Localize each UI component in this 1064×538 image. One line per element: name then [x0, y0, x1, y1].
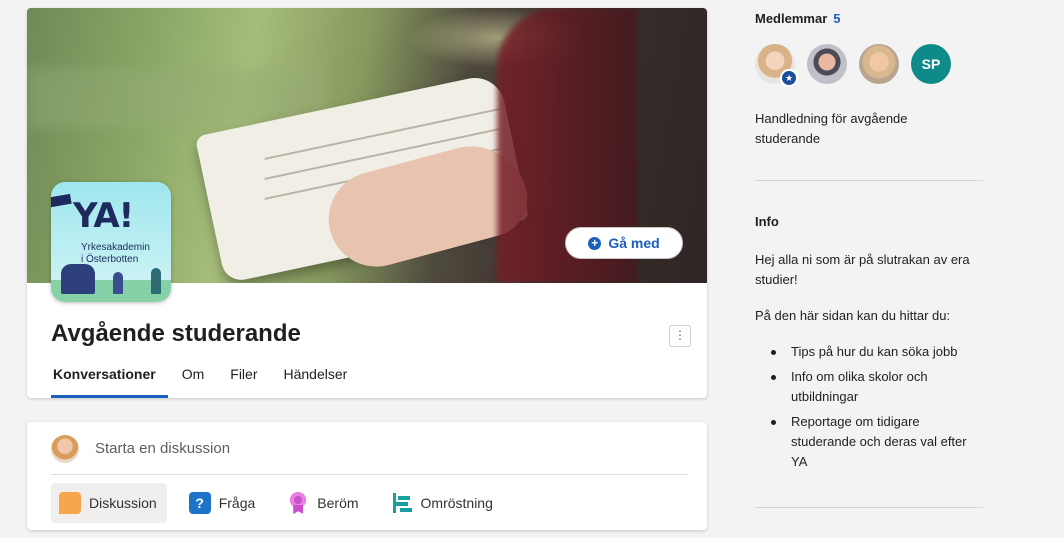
post-type-bar: Diskussion ? Fråga Beröm Omröstning: [51, 483, 503, 523]
post-type-praise[interactable]: Beröm: [279, 483, 368, 523]
group-description: Handledning för avgående studerande: [755, 111, 908, 146]
group-tabs: Konversationer Om Filer Händelser: [51, 366, 371, 398]
avatar: [51, 435, 79, 463]
list-item: Info om olika skolor och utbildningar: [769, 367, 983, 407]
tab-files[interactable]: Filer: [228, 366, 269, 398]
info-paragraph: Hej alla ni som är på slutrakan av era s…: [755, 252, 970, 287]
divider: [755, 180, 983, 181]
members-heading[interactable]: Medlemmar 5: [755, 11, 840, 26]
info-heading: Info: [755, 214, 779, 229]
members-count: 5: [833, 11, 841, 26]
praise-icon: [287, 492, 309, 514]
poll-icon: [391, 492, 413, 514]
member-avatar[interactable]: [859, 44, 899, 84]
plus-circle-icon: +: [588, 236, 602, 250]
list-item: Reportage om tidigare studerande och der…: [769, 412, 983, 472]
logo-title: YA!: [73, 196, 134, 236]
divider: [51, 474, 688, 475]
member-avatar[interactable]: SP: [911, 44, 951, 84]
composer-card: Starta en diskussion Diskussion ? Fråga …: [27, 422, 707, 530]
info-paragraph: På den här sidan kan du hittar du:: [755, 308, 951, 323]
member-avatar[interactable]: [807, 44, 847, 84]
star-icon: ★: [780, 69, 798, 87]
member-avatar[interactable]: ★: [755, 44, 798, 87]
group-logo: YA! Yrkesakademin i Österbotten: [51, 182, 171, 302]
question-icon: ?: [188, 492, 211, 514]
join-label: Gå med: [608, 235, 660, 251]
post-type-poll[interactable]: Omröstning: [383, 483, 503, 523]
group-header-card: YA! Yrkesakademin i Österbotten + Gå med…: [27, 8, 707, 398]
join-group-button[interactable]: + Gå med: [565, 227, 683, 259]
member-avatars: ★ SP: [755, 44, 951, 87]
start-discussion-input[interactable]: Starta en diskussion: [95, 440, 230, 457]
logo-subtitle: Yrkesakademin i Österbotten: [81, 242, 150, 265]
tab-conversations[interactable]: Konversationer: [51, 366, 168, 398]
info-list: Tips på hur du kan söka jobb Info om oli…: [769, 342, 983, 477]
tab-about[interactable]: Om: [180, 366, 217, 398]
divider: [755, 507, 983, 508]
discussion-icon: [59, 492, 81, 514]
post-type-discussion[interactable]: Diskussion: [51, 483, 167, 523]
list-item: Tips på hur du kan söka jobb: [769, 342, 983, 362]
more-options-button[interactable]: ⋮: [669, 325, 691, 347]
group-title: Avgående studerande: [51, 320, 301, 347]
tab-events[interactable]: Händelser: [282, 366, 360, 398]
post-type-question[interactable]: ? Fråga: [181, 483, 266, 523]
